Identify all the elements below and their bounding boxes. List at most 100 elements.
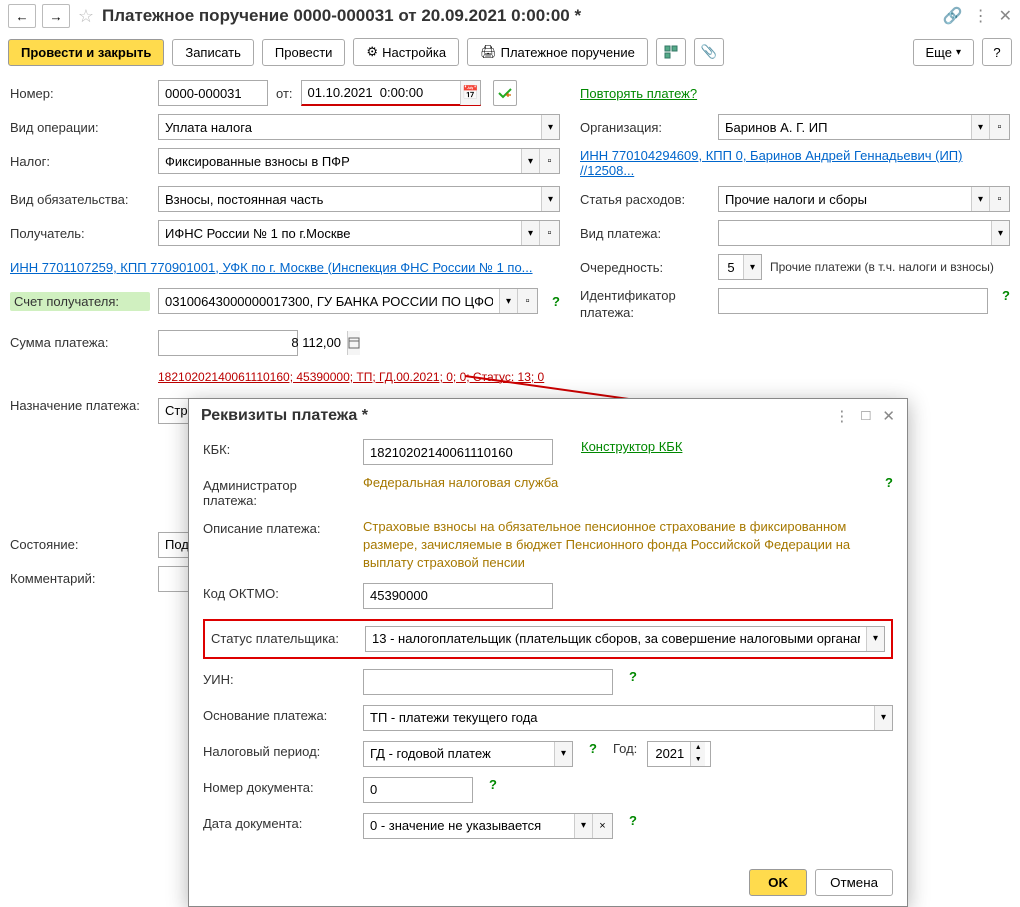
recipient-label: Получатель: xyxy=(10,226,150,241)
nav-forward-button[interactable]: → xyxy=(42,4,70,28)
payer-status-input[interactable] xyxy=(366,627,866,651)
repeat-payment-link[interactable]: Повторять платеж? xyxy=(580,86,697,101)
highlighted-status-row: Статус плательщика: ▾ xyxy=(203,619,893,659)
docdate-input[interactable] xyxy=(364,814,574,838)
window-title: Платежное поручение 0000-000031 от 20.09… xyxy=(102,6,937,26)
expense-dropdown[interactable]: ▾ xyxy=(971,187,989,211)
number-label: Номер: xyxy=(10,86,150,101)
ok-button[interactable]: OK xyxy=(749,869,807,896)
print-button[interactable]: 🖨Платежное поручение xyxy=(467,38,648,66)
account-open[interactable]: ▫ xyxy=(517,289,537,313)
priority-input[interactable] xyxy=(719,255,743,279)
basis-input[interactable] xyxy=(364,706,874,730)
amount-input[interactable] xyxy=(159,331,347,355)
number-input[interactable] xyxy=(159,81,267,105)
help-button[interactable]: ? xyxy=(982,38,1012,66)
gear-icon: ⚙ xyxy=(366,44,378,60)
payer-status-dropdown[interactable]: ▾ xyxy=(866,627,884,651)
date-action-button[interactable] xyxy=(493,80,517,106)
expense-open[interactable]: ▫ xyxy=(989,187,1009,211)
expense-input[interactable] xyxy=(719,187,971,211)
kbk-constructor-link[interactable]: Конструктор КБК xyxy=(581,439,682,454)
attachment-button[interactable]: 📎 xyxy=(694,38,724,66)
post-button[interactable]: Провести xyxy=(262,39,346,66)
calculator-button[interactable] xyxy=(347,331,360,355)
organization-dropdown[interactable]: ▾ xyxy=(971,115,989,139)
dialog-maximize-icon[interactable]: □ xyxy=(861,407,870,425)
organization-open[interactable]: ▫ xyxy=(989,115,1009,139)
payment-details-link[interactable]: 18210202140061110160; 45390000; ТП; ГД.0… xyxy=(158,370,544,384)
year-input[interactable] xyxy=(648,742,690,766)
recipient-open[interactable]: ▫ xyxy=(539,221,559,245)
uin-help[interactable]: ? xyxy=(629,669,637,684)
priority-dropdown[interactable]: ▾ xyxy=(743,255,761,279)
oktmo-label: Код ОКТМО: xyxy=(203,583,353,601)
docdate-dropdown[interactable]: ▾ xyxy=(574,814,592,838)
recipient-inn-link[interactable]: ИНН 7701107259, КПП 770901001, УФК по г.… xyxy=(10,260,533,275)
operation-type-label: Вид операции: xyxy=(10,120,150,135)
titlebar: ← → ☆ Платежное поручение 0000-000031 от… xyxy=(0,0,1020,32)
kbk-label: КБК: xyxy=(203,439,353,457)
register-icon-button[interactable] xyxy=(656,38,686,66)
tax-dropdown[interactable]: ▾ xyxy=(521,149,539,173)
tax-open[interactable]: ▫ xyxy=(539,149,559,173)
admin-help[interactable]: ? xyxy=(885,475,893,490)
purpose-label: Назначение платежа: xyxy=(10,398,150,415)
payment-type-label: Вид платежа: xyxy=(580,226,710,241)
close-window-icon[interactable]: ✕ xyxy=(999,6,1012,26)
uin-input[interactable] xyxy=(364,670,612,694)
docnum-help[interactable]: ? xyxy=(489,777,497,792)
organization-input[interactable] xyxy=(719,115,971,139)
period-help[interactable]: ? xyxy=(589,741,597,756)
payment-type-dropdown[interactable]: ▾ xyxy=(991,221,1009,245)
identifier-input[interactable] xyxy=(719,289,987,313)
paperclip-icon: 📎 xyxy=(701,44,718,60)
obligation-label: Вид обязательства: xyxy=(10,192,150,207)
calendar-button[interactable]: 📅 xyxy=(460,81,480,105)
amount-label: Сумма платежа: xyxy=(10,335,150,350)
year-down-button[interactable]: ▼ xyxy=(691,754,705,766)
payer-inn-link[interactable]: ИНН 770104294609, КПП 0, Баринов Андрей … xyxy=(580,148,1010,178)
comment-label: Комментарий: xyxy=(10,571,150,586)
year-up-button[interactable]: ▲ xyxy=(691,742,705,754)
post-and-close-button[interactable]: Провести и закрыть xyxy=(8,39,164,66)
recipient-input[interactable] xyxy=(159,221,521,245)
nav-back-button[interactable]: ← xyxy=(8,4,36,28)
date-input[interactable] xyxy=(302,81,460,105)
obligation-dropdown[interactable]: ▾ xyxy=(541,187,559,211)
account-input[interactable] xyxy=(159,289,499,313)
dialog-close-icon[interactable]: ✕ xyxy=(882,407,895,425)
basis-dropdown[interactable]: ▾ xyxy=(874,706,892,730)
year-label: Год: xyxy=(613,741,637,756)
write-button[interactable]: Записать xyxy=(172,39,254,66)
link-icon[interactable]: 🔗 xyxy=(943,6,963,26)
oktmo-input[interactable] xyxy=(364,584,552,608)
docdate-help[interactable]: ? xyxy=(629,813,637,828)
docnum-label: Номер документа: xyxy=(203,777,353,795)
period-dropdown[interactable]: ▾ xyxy=(554,742,572,766)
basis-label: Основание платежа: xyxy=(203,705,353,723)
printer-icon: 🖨 xyxy=(480,44,497,60)
admin-value: Федеральная налоговая служба xyxy=(363,475,869,490)
operation-type-dropdown[interactable]: ▾ xyxy=(541,115,559,139)
obligation-input[interactable] xyxy=(159,187,541,211)
docdate-clear[interactable]: × xyxy=(592,814,612,838)
period-label: Налоговый период: xyxy=(203,741,353,759)
account-dropdown[interactable]: ▾ xyxy=(499,289,517,313)
more-vertical-icon[interactable]: ⋮ xyxy=(973,6,989,26)
docnum-input[interactable] xyxy=(364,778,472,802)
payment-type-input[interactable] xyxy=(719,221,991,245)
dialog-more-icon[interactable]: ⋮ xyxy=(834,407,849,425)
cancel-button[interactable]: Отмена xyxy=(815,869,893,896)
operation-type-input[interactable] xyxy=(159,115,541,139)
more-button[interactable]: Еще ▾ xyxy=(913,39,974,66)
account-help[interactable]: ? xyxy=(552,294,560,309)
favorite-star-icon[interactable]: ☆ xyxy=(76,6,96,26)
settings-button[interactable]: ⚙Настройка xyxy=(353,38,459,66)
tax-input[interactable] xyxy=(159,149,521,173)
recipient-dropdown[interactable]: ▾ xyxy=(521,221,539,245)
period-input[interactable] xyxy=(364,742,554,766)
identifier-help[interactable]: ? xyxy=(1002,288,1010,303)
priority-desc: Прочие платежи (в т.ч. налоги и взносы) xyxy=(770,260,994,274)
kbk-input[interactable] xyxy=(364,440,552,464)
